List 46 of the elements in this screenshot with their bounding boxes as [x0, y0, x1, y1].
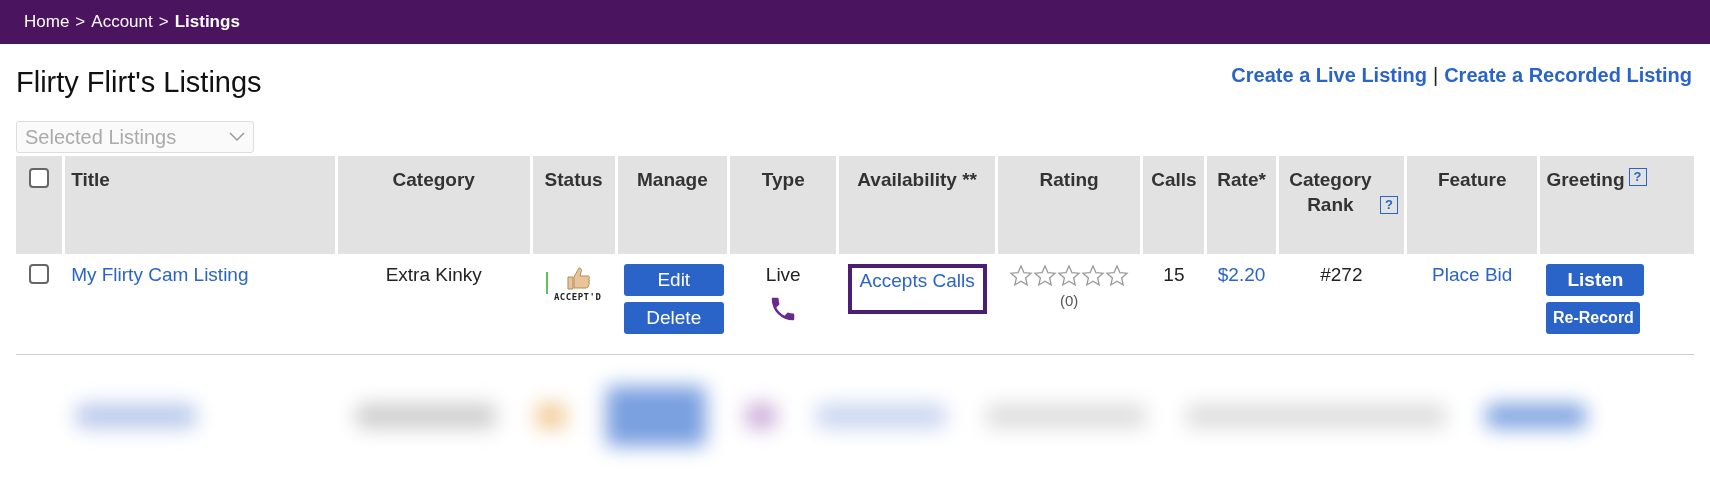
breadcrumb-separator: > [75, 12, 86, 32]
help-icon[interactable]: ? [1628, 168, 1647, 186]
star-icon [1057, 264, 1082, 288]
breadcrumb-link[interactable]: Listings [174, 12, 240, 32]
column-header: Rate* [1217, 168, 1266, 192]
type-cell: Live [765, 264, 801, 285]
star-icon [1105, 264, 1130, 288]
column-header: Title [71, 168, 110, 192]
breadcrumb-separator: > [158, 12, 169, 32]
row-checkbox[interactable] [29, 264, 50, 284]
column-header: Availability ** [857, 168, 977, 192]
manage-button[interactable]: Edit [623, 264, 724, 296]
rating-count: (0) [1058, 292, 1080, 309]
rate-link[interactable]: $2.20 [1217, 264, 1266, 285]
greeting-button[interactable]: Re-Record [1546, 302, 1641, 334]
create-listing-link[interactable]: Create a Recorded Listing [1444, 64, 1692, 87]
page-title: Flirty Flirt's Listings [16, 65, 262, 99]
column-header: Feature [1437, 168, 1507, 192]
column-header: Category Rank [1288, 168, 1373, 217]
availability-link[interactable]: Accepts Calls [859, 270, 975, 291]
star-icon [1033, 264, 1058, 288]
column-header: Rating [1039, 168, 1099, 192]
category-rank-cell: #272 [1320, 264, 1363, 285]
place-bid-link[interactable]: Place Bid [1432, 264, 1513, 285]
manage-button[interactable]: Delete [623, 302, 724, 334]
column-header: Category [392, 168, 475, 192]
star-icon [1081, 264, 1106, 288]
star-icon [1009, 264, 1034, 288]
chevron-down-icon [229, 132, 245, 142]
status-bar-icon [545, 272, 548, 294]
column-header: Status [544, 168, 603, 192]
create-listing-link[interactable]: Create a Live Listing [1231, 64, 1427, 87]
status-label: ACCEPT'D [553, 292, 602, 302]
column-header: Greeting [1546, 168, 1625, 192]
column-header: Type [761, 168, 805, 192]
breadcrumb-link[interactable]: Account [91, 12, 153, 32]
column-header: Manage [637, 168, 708, 192]
link-separator: | [1432, 64, 1439, 87]
calls-cell: 15 [1163, 264, 1185, 285]
breadcrumb-link[interactable]: Home [24, 12, 70, 32]
select-all-checkbox[interactable] [29, 168, 50, 188]
listing-title-link[interactable]: My Flirty Cam Listing [71, 264, 249, 285]
help-icon[interactable]: ? [1380, 196, 1399, 215]
greeting-button[interactable]: Listen [1546, 264, 1645, 296]
category-cell: Extra Kinky [385, 264, 482, 285]
column-header: Calls [1151, 168, 1197, 192]
